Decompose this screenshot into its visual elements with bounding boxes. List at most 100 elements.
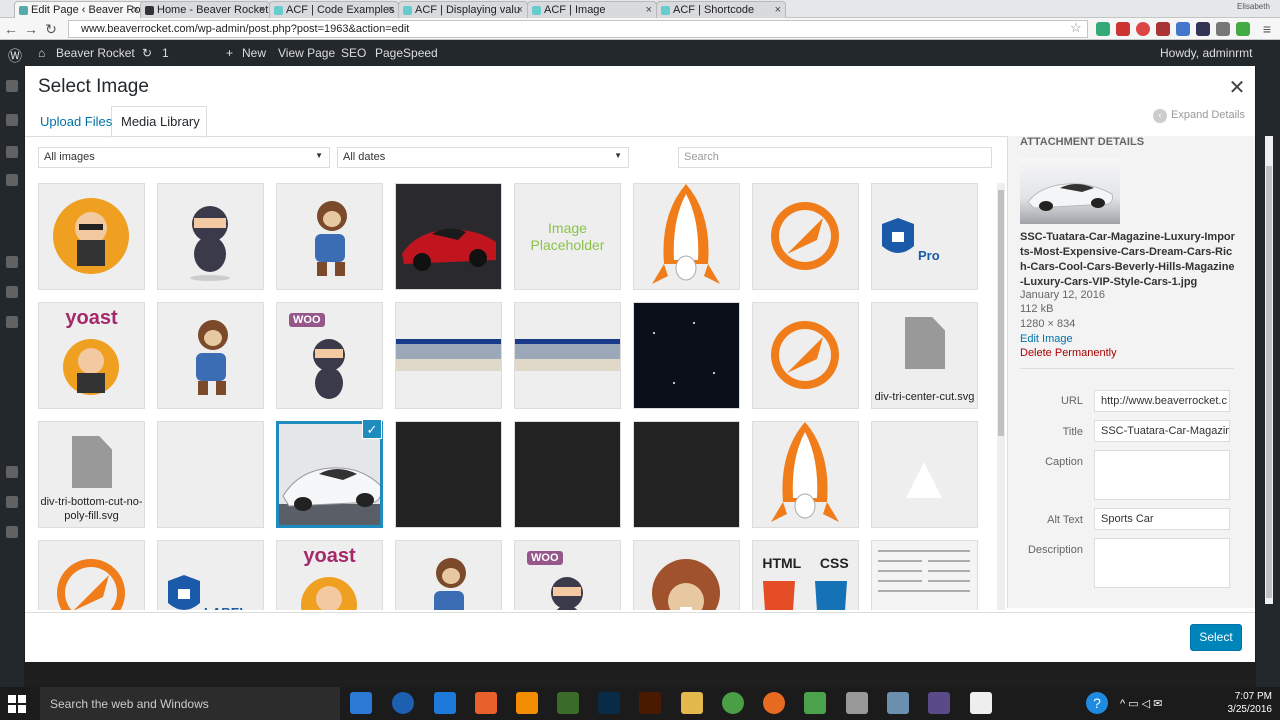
filter-type-select[interactable]: All images ▼ — [38, 147, 330, 168]
attachment-thumb[interactable] — [752, 183, 859, 290]
filter-date-select[interactable]: All dates ▼ — [337, 147, 629, 168]
extension-icon[interactable] — [1096, 22, 1110, 36]
forward-icon[interactable]: → — [22, 20, 40, 38]
close-tab-icon[interactable]: × — [775, 4, 781, 16]
attachment-thumb[interactable] — [514, 421, 621, 528]
vlc-icon[interactable] — [516, 692, 538, 714]
home-icon[interactable]: ⌂ — [38, 46, 45, 60]
attachment-thumb[interactable] — [633, 183, 740, 290]
selected-check-icon[interactable]: ✓ — [362, 419, 382, 439]
illustrator-icon[interactable] — [639, 692, 661, 714]
bookmark-star-icon[interactable]: ☆ — [1070, 20, 1082, 36]
browser-tab[interactable]: ACF | Shortcode × — [656, 1, 786, 18]
attachment-thumb[interactable] — [38, 540, 145, 610]
close-tab-icon[interactable]: × — [388, 4, 394, 16]
pagespeed-menu[interactable]: PageSpeed — [375, 46, 438, 60]
view-page-link[interactable]: View Page — [278, 46, 335, 60]
task-view-icon[interactable] — [350, 692, 372, 714]
attachment-thumb[interactable] — [38, 183, 145, 290]
taskbar-search[interactable]: Search the web and Windows — [40, 687, 340, 720]
howdy-user[interactable]: Howdy, adminrmt — [1160, 46, 1252, 60]
tray-icons[interactable]: ^ ▭ ◁ ✉ — [1120, 697, 1162, 710]
dreamweaver-icon[interactable] — [557, 692, 579, 714]
edge-icon[interactable] — [434, 692, 456, 714]
browser-tab[interactable]: ACF | Displaying valu × — [398, 1, 528, 18]
attachment-thumb[interactable] — [395, 540, 502, 610]
wordpress-logo-icon[interactable]: Ⓦ — [8, 46, 22, 66]
close-tab-icon[interactable]: × — [646, 4, 652, 16]
seo-menu[interactable]: SEO — [341, 46, 366, 60]
attachment-thumb[interactable] — [752, 302, 859, 409]
reload-icon[interactable]: ↻ — [42, 20, 60, 38]
select-button[interactable]: Select — [1190, 624, 1242, 651]
updates-count[interactable]: 1 — [162, 46, 169, 60]
attachment-thumb[interactable] — [157, 183, 264, 290]
attachment-thumb[interactable] — [633, 421, 740, 528]
url-field[interactable]: www.beaverrocket.com/wp-admin/post.php?p… — [68, 20, 1088, 38]
photoshop-icon[interactable] — [598, 692, 620, 714]
url-field[interactable]: http://www.beaverrocket.c — [1094, 390, 1230, 412]
extension-icon[interactable] — [1236, 22, 1250, 36]
plus-icon[interactable]: + — [226, 46, 233, 60]
file-explorer-icon[interactable] — [681, 692, 703, 714]
back-icon[interactable]: ← — [2, 20, 20, 38]
attachment-thumb[interactable]: yoast — [38, 302, 145, 409]
attachment-thumb[interactable] — [514, 302, 621, 409]
taskbar-clock[interactable]: 7:07 PM 3/25/2016 — [1222, 690, 1273, 716]
attachment-thumb[interactable] — [871, 421, 978, 528]
attachment-thumb[interactable]: div-tri-bottom-cut-no-poly-fill.svg — [38, 421, 145, 528]
extension-icon[interactable] — [1196, 22, 1210, 36]
attachment-thumb[interactable] — [871, 540, 978, 610]
expand-details-button[interactable]: ‹ Expand Details — [1153, 109, 1245, 123]
attachment-thumb[interactable]: Image Placeholder — [514, 183, 621, 290]
attachment-thumb[interactable] — [276, 183, 383, 290]
app-icon[interactable] — [846, 692, 868, 714]
tab-upload-files[interactable]: Upload Files — [38, 114, 114, 129]
app-icon[interactable] — [804, 692, 826, 714]
attachment-thumb[interactable] — [157, 302, 264, 409]
attachment-thumb[interactable]: HTML CSS — [752, 540, 859, 610]
browser-tab[interactable]: Edit Page ‹ Beaver Ro × — [14, 1, 144, 18]
attachment-thumb[interactable]: yoast — [276, 540, 383, 610]
grid-scrollbar-thumb[interactable] — [998, 190, 1004, 436]
app-icon[interactable] — [887, 692, 909, 714]
attachment-thumb[interactable]: LABEL — [157, 540, 264, 610]
extension-icon[interactable] — [1216, 22, 1230, 36]
help-icon[interactable]: ? — [1086, 692, 1108, 714]
attachment-thumb[interactable] — [395, 183, 502, 290]
extension-icon[interactable] — [1136, 22, 1150, 36]
browser-tab[interactable]: Home - Beaver Rocket × — [140, 1, 270, 18]
app-icon[interactable] — [475, 692, 497, 714]
chrome-icon[interactable] — [722, 692, 744, 714]
close-tab-icon[interactable]: × — [517, 4, 523, 16]
firefox-icon[interactable] — [763, 692, 785, 714]
tab-media-library[interactable]: Media Library — [119, 114, 202, 129]
browser-tab[interactable]: ACF | Image × — [527, 1, 657, 18]
site-name[interactable]: Beaver Rocket — [56, 46, 135, 60]
attachment-thumb[interactable] — [633, 302, 740, 409]
attachment-thumb[interactable] — [395, 421, 502, 528]
menu-icon[interactable]: ≡ — [1258, 20, 1276, 38]
app-icon[interactable] — [928, 692, 950, 714]
extension-icon[interactable] — [1156, 22, 1170, 36]
description-field[interactable] — [1094, 538, 1230, 588]
extension-icon[interactable] — [1116, 22, 1130, 36]
attachment-thumb[interactable]: Pro — [871, 183, 978, 290]
new-menu[interactable]: New — [242, 46, 266, 60]
close-tab-icon[interactable]: × — [259, 4, 265, 16]
close-tab-icon[interactable]: × — [133, 4, 139, 16]
caption-field[interactable] — [1094, 450, 1230, 500]
windows-start-icon[interactable] — [8, 695, 26, 713]
alt-text-field[interactable]: Sports Car — [1094, 508, 1230, 530]
attachment-thumb[interactable] — [633, 540, 740, 610]
attachment-thumb[interactable] — [752, 421, 859, 528]
edit-image-link[interactable]: Edit Image — [1020, 333, 1073, 345]
attachment-thumb[interactable]: div-tri-center-cut.svg — [871, 302, 978, 409]
search-input[interactable]: Search — [678, 147, 992, 168]
attachment-thumb[interactable] — [157, 421, 264, 528]
app-icon[interactable] — [970, 692, 992, 714]
profile-badge[interactable]: Elisabeth — [1237, 2, 1270, 11]
close-icon[interactable]: ✕ — [1227, 75, 1247, 99]
extension-icon[interactable] — [1176, 22, 1190, 36]
updates-icon[interactable]: ↻ — [142, 46, 152, 60]
